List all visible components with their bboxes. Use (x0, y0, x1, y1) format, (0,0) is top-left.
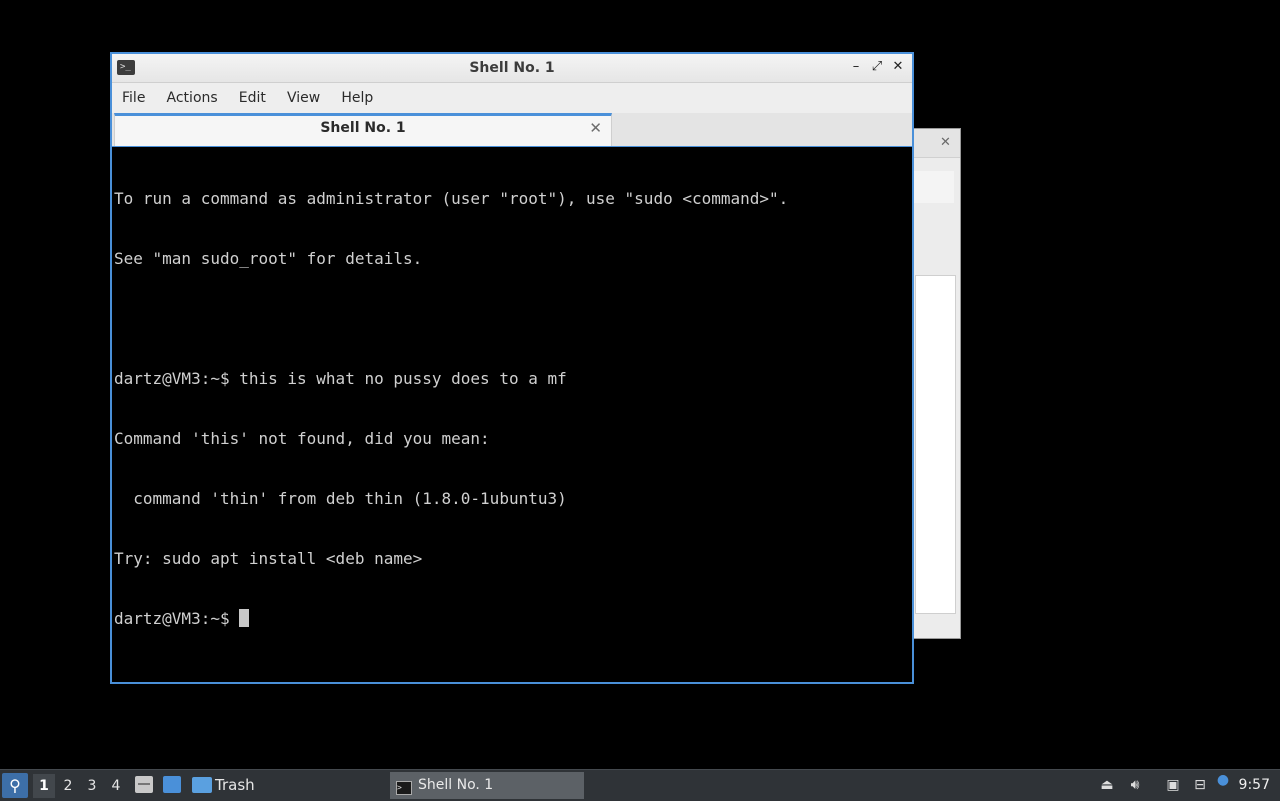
workspace-1-button[interactable]: 1 (33, 774, 55, 798)
menu-file[interactable]: File (114, 83, 153, 113)
menu-help[interactable]: Help (333, 83, 381, 113)
background-window-panel (915, 275, 956, 614)
terminal-prompt-line[interactable]: dartz@VM3:~$ (114, 609, 788, 629)
file-manager-icon[interactable] (135, 776, 153, 793)
terminal-task-icon: > (396, 781, 412, 795)
background-window[interactable]: ✕ (912, 128, 961, 639)
terminal-window: >_ Shell No. 1 – ⤢ ✕ File Actions Edit V… (110, 52, 914, 684)
menu-edit[interactable]: Edit (231, 83, 274, 113)
tab-bar: Shell No. 1 ✕ (112, 113, 912, 147)
window-title: Shell No. 1 (469, 60, 555, 76)
background-window-close-icon[interactable]: ✕ (940, 135, 951, 150)
taskbar-window-button[interactable]: > Shell No. 1 (390, 772, 584, 799)
network-icon[interactable]: ⊟ (1192, 777, 1208, 793)
tray-eject-icon[interactable]: ⏏ (1099, 777, 1115, 793)
tab-shell-1[interactable]: Shell No. 1 ✕ (114, 113, 612, 146)
terminal-line: Command 'this' not found, did you mean: (114, 429, 490, 448)
folder-icon (192, 777, 212, 793)
menubar: File Actions Edit View Help (112, 83, 912, 113)
clipboard-icon[interactable]: ▣ (1165, 777, 1181, 793)
terminal-output[interactable]: To run a command as administrator (user … (112, 146, 912, 682)
maximize-button[interactable]: ⤢ (869, 59, 885, 75)
volume-icon[interactable]: 🔊︎ (1127, 777, 1143, 793)
tab-close-icon[interactable]: ✕ (589, 119, 602, 137)
terminal-line: To run a command as administrator (user … (114, 189, 789, 208)
background-window-toolbar (913, 171, 954, 203)
clock[interactable]: 9:57 (1239, 770, 1270, 801)
terminal-line: Try: sudo apt install <deb name> (114, 549, 423, 568)
taskbar: ⚲ 1 2 3 4 Trash > Shell No. 1 ⏏ 🔊︎ ▣ ⊟ ● … (0, 769, 1280, 801)
terminal-line: command 'thin' from deb thin (1.8.0-1ubu… (114, 489, 567, 508)
workspace-4-button[interactable]: 4 (105, 774, 127, 798)
trash-launcher[interactable]: Trash (192, 773, 255, 798)
taskbar-window-label: Shell No. 1 (418, 777, 494, 793)
terminal-prompt: dartz@VM3:~$ (114, 609, 240, 628)
minimize-button[interactable]: – (848, 59, 864, 75)
workspace-2-button[interactable]: 2 (57, 774, 79, 798)
window-titlebar[interactable]: >_ Shell No. 1 – ⤢ ✕ (112, 54, 912, 83)
tab-label: Shell No. 1 (320, 120, 406, 136)
notification-icon[interactable]: ● (1215, 772, 1231, 788)
show-desktop-icon[interactable] (163, 776, 181, 793)
workspace-3-button[interactable]: 3 (81, 774, 103, 798)
background-window-titlebar[interactable] (913, 129, 960, 158)
terminal-cursor (239, 609, 250, 627)
menu-actions[interactable]: Actions (159, 83, 226, 113)
close-button[interactable]: ✕ (890, 59, 906, 75)
terminal-line: See "man sudo_root" for details. (114, 249, 423, 268)
start-menu-button[interactable]: ⚲ (2, 773, 28, 798)
terminal-line: dartz@VM3:~$ this is what no pussy does … (114, 369, 567, 388)
menu-view[interactable]: View (279, 83, 328, 113)
trash-label: Trash (215, 776, 255, 794)
